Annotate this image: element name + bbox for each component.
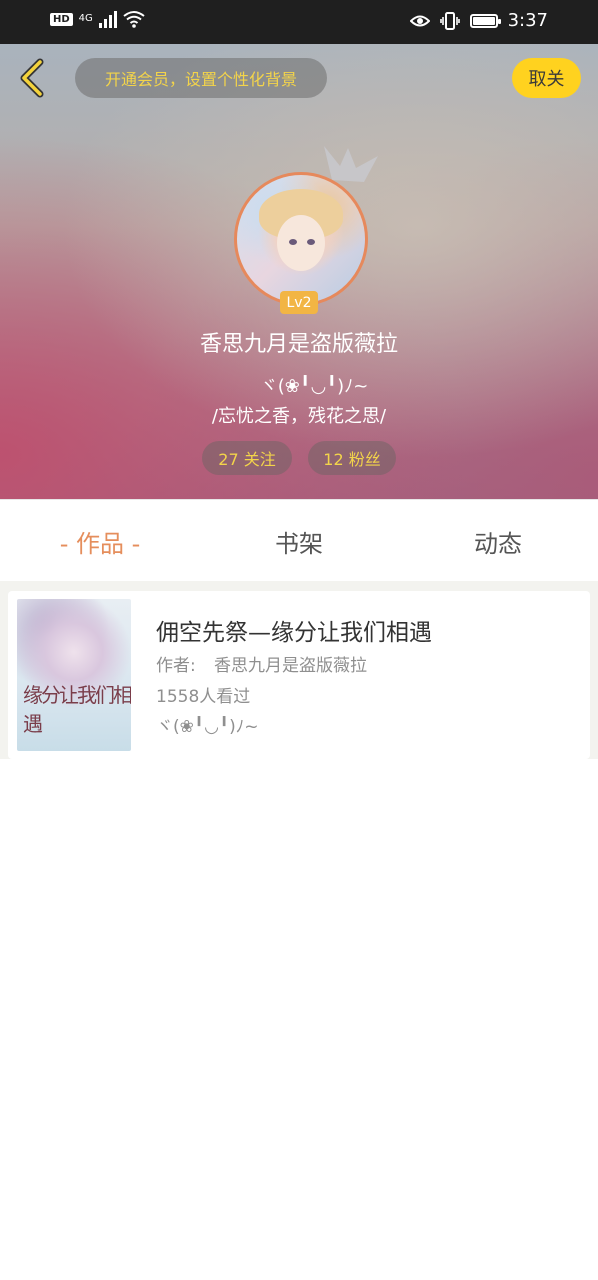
tab-activity[interactable]: 动态 bbox=[398, 500, 598, 582]
vip-background-prompt[interactable]: 开通会员，设置个性化背景 bbox=[75, 58, 327, 98]
signature-line-1: ヾ(❀╹◡╹)ﾉ~ bbox=[259, 376, 369, 397]
profile-header: 开通会员，设置个性化背景 取关 Lv2 香思九月是盗版薇拉 ヾ(❀╹◡╹)ﾉ~ … bbox=[0, 44, 598, 499]
profile-tabs: - 作品 - 书架 动态 bbox=[0, 499, 598, 582]
eye-icon bbox=[409, 15, 430, 26]
tab-works[interactable]: - 作品 - bbox=[0, 500, 200, 582]
username: 香思九月是盗版薇拉 bbox=[199, 332, 398, 357]
avatar[interactable] bbox=[234, 172, 368, 306]
unfollow-button[interactable]: 取关 bbox=[512, 58, 581, 98]
vibrate-icon bbox=[439, 11, 460, 30]
fans-count-button[interactable]: 12 粉丝 bbox=[308, 441, 396, 475]
work-description: ヾ(❀╹◡╹)ﾉ~ bbox=[156, 717, 259, 737]
work-author-label: 作者: bbox=[156, 656, 196, 676]
cover-title: 缘分让我们相遇 bbox=[23, 683, 131, 736]
status-right: 3:37 bbox=[409, 10, 548, 31]
status-bar: HD 4G 3:37 bbox=[0, 0, 598, 44]
signature-line-2: /忘忧之香，残花之思/ bbox=[211, 406, 387, 427]
battery-icon bbox=[469, 13, 501, 28]
level-badge: Lv2 bbox=[280, 291, 318, 314]
work-cover-image: 缘分让我们相遇 bbox=[17, 599, 131, 751]
signal-icon bbox=[98, 10, 117, 28]
work-author: 香思九月是盗版薇拉 bbox=[214, 656, 367, 676]
work-view-count: 1558人看过 bbox=[156, 687, 251, 707]
work-card[interactable]: 缘分让我们相遇 佣空先祭—缘分让我们相遇 作者: 香思九月是盗版薇拉 1558人… bbox=[8, 591, 590, 759]
network-type-label: 4G bbox=[78, 13, 93, 24]
hd-icon: HD bbox=[50, 12, 73, 26]
following-count-button[interactable]: 27 关注 bbox=[202, 441, 292, 475]
wifi-icon bbox=[123, 11, 145, 28]
status-left: HD 4G bbox=[50, 10, 145, 28]
tab-bookshelf[interactable]: 书架 bbox=[200, 500, 398, 582]
back-arrow-icon[interactable] bbox=[14, 58, 50, 98]
clock: 3:37 bbox=[507, 10, 548, 31]
work-title: 佣空先祭—缘分让我们相遇 bbox=[156, 620, 432, 646]
